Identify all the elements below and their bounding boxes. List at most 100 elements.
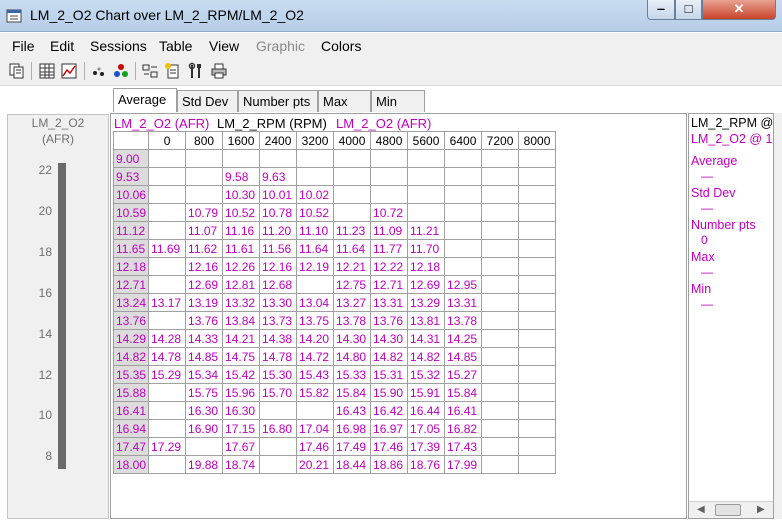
table-cell[interactable]: 12.21 xyxy=(333,257,372,276)
scroll-right-icon[interactable]: ▶ xyxy=(757,504,765,515)
table-cell[interactable]: 13.78 xyxy=(444,311,483,330)
table-cell[interactable]: 13.31 xyxy=(444,293,483,312)
table-cell[interactable] xyxy=(481,149,520,168)
data-grid[interactable]: 0 800 1600 2400 3200 4000 4800 5600 6400 7200 8000… xyxy=(112,131,557,474)
table-cell[interactable]: 14.21 xyxy=(222,329,261,348)
table-cell[interactable]: 19.88 xyxy=(185,455,224,474)
table-cell[interactable]: 12.16 xyxy=(185,257,224,276)
table-cell[interactable] xyxy=(407,185,446,204)
table-cell[interactable]: 15.31 xyxy=(370,365,409,384)
table-cell[interactable]: 13.76 xyxy=(370,311,409,330)
table-cell[interactable] xyxy=(407,167,446,186)
table-cell[interactable] xyxy=(370,167,409,186)
table-cell[interactable]: 11.09 xyxy=(370,221,409,240)
table-cell[interactable]: 15.29 xyxy=(148,365,187,384)
table-cell[interactable]: 11.07 xyxy=(185,221,224,240)
table-cell[interactable] xyxy=(148,257,187,276)
table-cell[interactable]: 11.16 xyxy=(222,221,261,240)
table-cell[interactable]: 13.17 xyxy=(148,293,187,312)
table-cell[interactable]: 15.84 xyxy=(333,383,372,402)
table-cell[interactable]: 15.32 xyxy=(407,365,446,384)
table-cell[interactable] xyxy=(518,365,557,384)
table-cell[interactable] xyxy=(259,149,298,168)
table-cell[interactable] xyxy=(333,185,372,204)
table-cell[interactable]: 14.38 xyxy=(259,329,298,348)
table-cell[interactable]: 12.69 xyxy=(407,275,446,294)
table-cell[interactable]: 17.67 xyxy=(222,437,261,456)
table-cell[interactable] xyxy=(296,149,335,168)
table-cell[interactable] xyxy=(481,185,520,204)
table-cell[interactable]: 17.15 xyxy=(222,419,261,438)
table-cell[interactable]: 13.84 xyxy=(222,311,261,330)
table-cell[interactable] xyxy=(518,401,557,420)
table-cell[interactable]: 14.75 xyxy=(222,347,261,366)
table-cell[interactable]: 14.30 xyxy=(333,329,372,348)
table-cell[interactable] xyxy=(148,221,187,240)
table-cell[interactable]: 10.02 xyxy=(296,185,335,204)
table-cell[interactable] xyxy=(481,275,520,294)
table-cell[interactable] xyxy=(481,239,520,258)
table-cell[interactable]: 12.95 xyxy=(444,275,483,294)
table-cell[interactable] xyxy=(481,365,520,384)
table-cell[interactable] xyxy=(444,203,483,222)
table-cell[interactable] xyxy=(259,455,298,474)
table-cell[interactable] xyxy=(518,275,557,294)
table-cell[interactable]: 14.85 xyxy=(444,347,483,366)
table-cell[interactable]: 16.41 xyxy=(444,401,483,420)
color-dots-icon[interactable] xyxy=(112,62,130,80)
table-cell[interactable]: 12.26 xyxy=(222,257,261,276)
table-cell[interactable]: 20.21 xyxy=(296,455,335,474)
table-cell[interactable]: 14.25 xyxy=(444,329,483,348)
tools-icon[interactable] xyxy=(187,62,205,80)
table-cell[interactable]: 14.80 xyxy=(333,347,372,366)
table-cell[interactable]: 17.04 xyxy=(296,419,335,438)
table-cell[interactable] xyxy=(370,149,409,168)
table-cell[interactable]: 14.72 xyxy=(296,347,335,366)
table-cell[interactable] xyxy=(148,311,187,330)
table-cell[interactable]: 14.82 xyxy=(407,347,446,366)
table-cell[interactable]: 17.43 xyxy=(444,437,483,456)
table-cell[interactable]: 16.80 xyxy=(259,419,298,438)
table-cell[interactable]: 18.74 xyxy=(222,455,261,474)
table-cell[interactable]: 12.71 xyxy=(370,275,409,294)
scroll-thumb[interactable] xyxy=(715,504,741,516)
table-cell[interactable] xyxy=(518,293,557,312)
table-cell[interactable]: 13.04 xyxy=(296,293,335,312)
table-cell[interactable] xyxy=(333,149,372,168)
table-cell[interactable] xyxy=(444,221,483,240)
table-cell[interactable]: 11.64 xyxy=(333,239,372,258)
horizontal-scrollbar[interactable]: ◀ ▶ xyxy=(689,501,773,518)
table-cell[interactable]: 12.19 xyxy=(296,257,335,276)
new-doc-icon[interactable] xyxy=(164,62,182,80)
menu-table[interactable]: Table xyxy=(159,38,192,54)
grid-icon[interactable] xyxy=(38,62,56,80)
table-cell[interactable]: 11.10 xyxy=(296,221,335,240)
table-cell[interactable]: 18.76 xyxy=(407,455,446,474)
table-cell[interactable]: 15.34 xyxy=(185,365,224,384)
table-cell[interactable]: 16.43 xyxy=(333,401,372,420)
table-cell[interactable]: 10.30 xyxy=(222,185,261,204)
table-cell[interactable]: 15.91 xyxy=(407,383,446,402)
table-cell[interactable]: 16.82 xyxy=(444,419,483,438)
table-cell[interactable] xyxy=(148,167,187,186)
table-cell[interactable]: 16.42 xyxy=(370,401,409,420)
table-cell[interactable]: 18.44 xyxy=(333,455,372,474)
table-cell[interactable] xyxy=(296,167,335,186)
table-cell[interactable]: 11.61 xyxy=(222,239,261,258)
table-cell[interactable] xyxy=(185,149,224,168)
table-edit-icon[interactable] xyxy=(141,62,159,80)
table-cell[interactable]: 17.39 xyxy=(407,437,446,456)
table-cell[interactable]: 12.81 xyxy=(222,275,261,294)
table-cell[interactable] xyxy=(444,239,483,258)
table-cell[interactable]: 10.01 xyxy=(259,185,298,204)
table-cell[interactable]: 16.97 xyxy=(370,419,409,438)
table-cell[interactable]: 17.49 xyxy=(333,437,372,456)
table-cell[interactable] xyxy=(518,239,557,258)
table-cell[interactable] xyxy=(222,149,261,168)
table-cell[interactable] xyxy=(407,149,446,168)
chart-icon[interactable] xyxy=(60,62,78,80)
table-cell[interactable]: 13.29 xyxy=(407,293,446,312)
table-cell[interactable] xyxy=(518,221,557,240)
table-cell[interactable]: 11.77 xyxy=(370,239,409,258)
table-cell[interactable]: 12.18 xyxy=(407,257,446,276)
